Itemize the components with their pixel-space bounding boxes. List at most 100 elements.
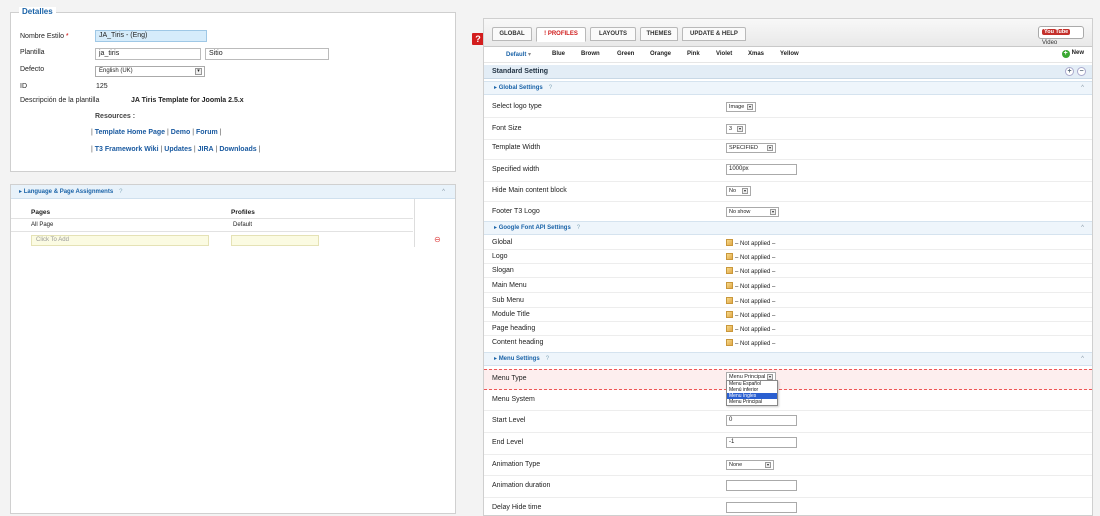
global-settings-header[interactable]: ▸ Global Settings? ^ (484, 81, 1092, 95)
expand-all-icon[interactable]: + (1065, 67, 1074, 76)
help-icon[interactable]: ? (577, 225, 580, 231)
tab-layouts[interactable]: LAYOUTS (590, 27, 636, 41)
tab-themes[interactable]: THEMES (640, 27, 678, 41)
footer-logo-select[interactable]: No show ▾ (726, 207, 779, 217)
edit-icon (726, 297, 733, 304)
details-panel: Detalles Nombre Estilo * JA_Tiris - (Eng… (10, 7, 456, 172)
link-t3-wiki[interactable]: T3 Framework Wiki (95, 146, 159, 153)
link-template-home[interactable]: Template Home Page (95, 129, 165, 136)
chevron-down-icon: ▾ (737, 126, 743, 132)
google-font-header[interactable]: ▸ Google Font API Settings? ^ (484, 221, 1092, 235)
gf-global-value[interactable]: – Not applied – (726, 239, 775, 247)
profile-blue[interactable]: Blue (552, 51, 565, 57)
menu-system-label: Menu System (492, 396, 535, 403)
tab-profiles[interactable]: ! PROFILES (536, 27, 586, 42)
gf-sub-menu-value[interactable]: – Not applied – (726, 297, 775, 305)
row-divider (484, 201, 1092, 202)
end-level-input[interactable]: -1 (726, 437, 797, 448)
tab-global[interactable]: GLOBAL (492, 27, 532, 41)
chevron-down-icon: ▾ (528, 52, 532, 58)
profile-brown[interactable]: Brown (581, 51, 600, 57)
tab-update-help[interactable]: UPDATE & HELP (682, 27, 746, 41)
row-divider (484, 307, 1092, 308)
profile-yellow[interactable]: Yellow (780, 51, 799, 57)
row-divider (484, 117, 1092, 118)
end-level-label: End Level (492, 439, 524, 446)
help-icon[interactable]: ? (546, 356, 549, 362)
desc-label: Descripción de la plantilla (20, 97, 100, 104)
defecto-select[interactable]: English (UK) ▾ (95, 66, 205, 77)
link-demo[interactable]: Demo (171, 129, 190, 136)
animation-type-select[interactable]: None ▾ (726, 460, 774, 470)
gf-global-label: Global (492, 239, 513, 246)
edit-icon (726, 253, 733, 260)
hide-main-label: Hide Main content block (492, 187, 567, 194)
start-level-input[interactable]: 0 (726, 415, 797, 426)
collapse-caret-icon[interactable]: ^ (1081, 82, 1084, 94)
animation-duration-label: Animation duration (492, 482, 551, 489)
hide-main-select[interactable]: No ▾ (726, 186, 751, 196)
gf-content-heading-value[interactable]: – Not applied – (726, 339, 775, 347)
gf-module-title-label: Module Title (492, 311, 530, 318)
link-jira[interactable]: JIRA (198, 146, 214, 153)
template-width-select[interactable]: SPECIFIED ▾ (726, 143, 776, 153)
collapse-caret-icon[interactable]: ^ (1081, 353, 1084, 365)
profile-green[interactable]: Green (617, 51, 634, 57)
edit-icon (726, 311, 733, 318)
profile-pink[interactable]: Pink (687, 51, 700, 57)
video-button[interactable]: You Tube Video (1038, 26, 1084, 46)
link-forum[interactable]: Forum (196, 129, 218, 136)
delay-hide-input[interactable] (726, 502, 797, 513)
language-page-header[interactable]: ▸ Language & Page Assignments? ^ (11, 185, 455, 199)
link-updates[interactable]: Updates (164, 146, 192, 153)
help-icon[interactable]: ? (549, 85, 552, 91)
chevron-down-icon: ▾ (767, 145, 773, 151)
start-level-label: Start Level (492, 417, 526, 424)
new-profile-button[interactable]: + New (1061, 50, 1084, 58)
row-divider (484, 181, 1092, 182)
row-divider (484, 454, 1092, 455)
gf-page-heading-value[interactable]: – Not applied – (726, 325, 775, 333)
menu-settings-header[interactable]: ▸ Menu Settings? ^ (484, 352, 1092, 366)
gf-main-menu-value[interactable]: – Not applied – (726, 282, 775, 290)
plantilla-input[interactable]: ja_tiris (95, 48, 201, 60)
logo-type-select[interactable]: Image ▾ (726, 102, 756, 112)
gf-slogan-value[interactable]: – Not applied – (726, 267, 775, 275)
profile-list: Default ▾ Blue Brown Green Orange Pink V… (484, 47, 1092, 63)
row-divider (484, 335, 1092, 336)
animation-duration-input[interactable] (726, 480, 797, 491)
col-pages: Pages (31, 209, 51, 216)
remove-icon[interactable]: ⊖ (434, 235, 441, 244)
collapse-all-icon[interactable]: − (1077, 67, 1086, 76)
help-icon[interactable]: ? (119, 189, 122, 195)
click-to-add-input[interactable]: Click To Add (31, 235, 209, 246)
row-divider (484, 263, 1092, 264)
profile-violet[interactable]: Violet (716, 51, 732, 57)
footer-logo-label: Footer T3 Logo (492, 208, 540, 215)
profile-orange[interactable]: Orange (650, 51, 671, 57)
tab-bar: GLOBAL ! PROFILES LAYOUTS THEMES UPDATE … (484, 19, 1092, 47)
profile-xmas[interactable]: Xmas (748, 51, 764, 57)
specified-width-input[interactable]: 1000px (726, 164, 797, 175)
link-downloads[interactable]: Downloads (219, 146, 256, 153)
profile-add-input[interactable] (231, 235, 319, 246)
edit-icon (726, 267, 733, 274)
font-size-select[interactable]: 3 ▾ (726, 124, 746, 134)
row-divider (484, 249, 1092, 250)
gf-logo-value[interactable]: – Not applied – (726, 253, 775, 261)
gf-page-heading-label: Page heading (492, 325, 536, 332)
nombre-label: Nombre Estilo * (20, 33, 69, 40)
row-divider (484, 497, 1092, 498)
profile-default[interactable]: Default ▾ (506, 51, 531, 58)
menu-type-dropdown: Menu Español Menú inferior Menu Ingles M… (726, 380, 778, 406)
resources-links-1: | Template Home Page | Demo | Forum | (91, 129, 222, 136)
gf-logo-label: Logo (492, 253, 508, 260)
gf-module-title-value[interactable]: – Not applied – (726, 311, 775, 319)
plantilla-site-input[interactable]: Sitio (205, 48, 329, 60)
nombre-estilo-input[interactable]: JA_Tiris - (Eng) (95, 30, 207, 42)
defecto-label: Defecto (20, 66, 45, 73)
id-value: 125 (96, 83, 108, 90)
collapse-caret-icon[interactable]: ^ (442, 185, 445, 199)
dropdown-option[interactable]: Menu Principal (727, 399, 777, 405)
collapse-caret-icon[interactable]: ^ (1081, 222, 1084, 234)
